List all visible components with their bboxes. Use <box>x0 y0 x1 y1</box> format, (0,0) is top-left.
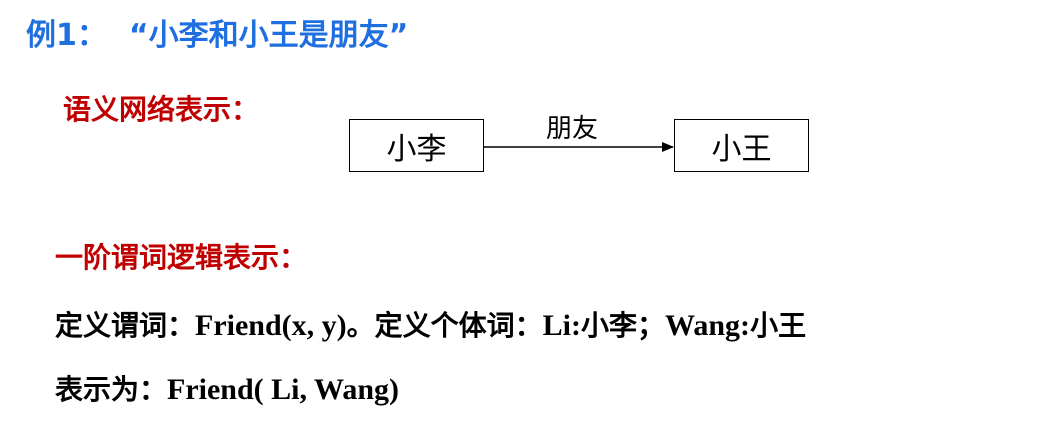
example-number: 例1： <box>26 18 107 53</box>
node-xiaowang: 小王 <box>674 119 809 172</box>
define-constants-label: 。定义个体词： <box>346 309 543 342</box>
constant-wang-value: 小王 <box>750 309 807 342</box>
node-xiaoli-label: 小李 <box>386 131 447 167</box>
node-xiaoli: 小李 <box>349 119 484 172</box>
edge-label-friend: 朋友 <box>546 114 599 144</box>
predicate-definition-line: 定义谓词：Friend(x, y)。定义个体词：Li:小李；Wang:小王 <box>55 304 806 344</box>
node-xiaowang-label: 小王 <box>711 131 772 167</box>
semantic-network-heading: 语义网络表示： <box>63 93 260 126</box>
representation-line: 表示为：Friend( Li, Wang) <box>55 368 399 408</box>
page-title: 例1： “小李和小王是朋友” <box>26 10 408 54</box>
first-order-logic-heading: 一阶谓词逻辑表示： <box>55 241 308 274</box>
define-predicate-label: 定义谓词： <box>55 309 196 342</box>
predicate-signature: Friend(x, y) <box>195 309 347 342</box>
constant-wang-key: Wang: <box>665 309 751 342</box>
represented-as-label: 表示为： <box>55 373 168 406</box>
predicate-formula: Friend( Li, Wang) <box>167 373 399 406</box>
example-sentence: “小李和小王是朋友” <box>128 18 409 53</box>
constant-li-value: 小李； <box>581 309 666 342</box>
constant-li-key: Li: <box>542 309 582 342</box>
